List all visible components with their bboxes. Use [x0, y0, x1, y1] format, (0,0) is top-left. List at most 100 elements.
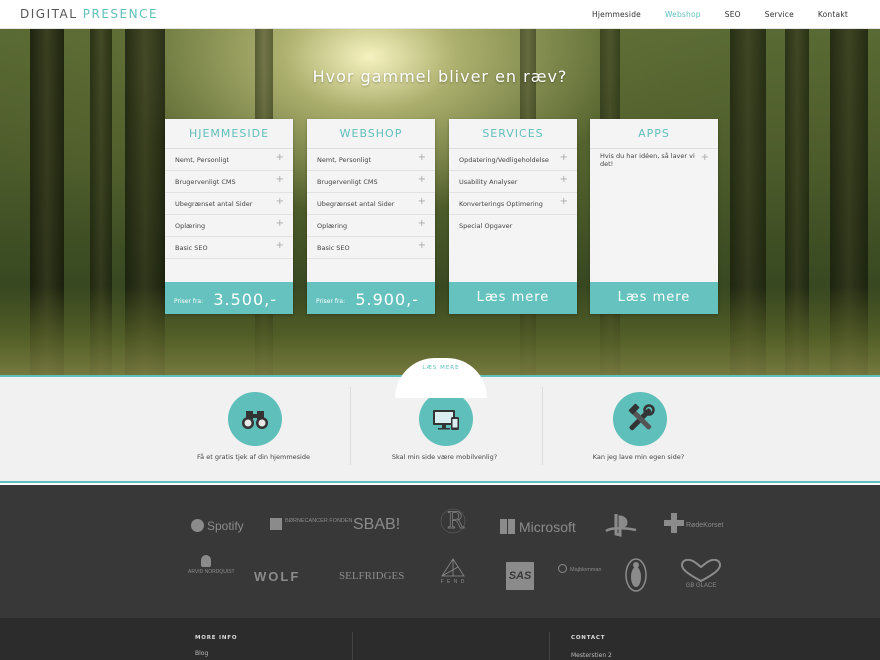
hero-section: Hvor gammel bliver en ræv? HJEMMESIDE Ne… — [0, 29, 880, 376]
price-from-label: Priser fra: — [316, 298, 346, 305]
plus-icon[interactable]: + — [276, 197, 284, 207]
price-footer[interactable]: Priser fra: 3.500,- — [165, 282, 293, 314]
site-header: DIGITAL PRESENCE Hjemmeside Webshop SEO … — [0, 0, 880, 29]
read-more-button[interactable]: Læs mere — [449, 282, 577, 314]
responsive-devices-icon[interactable] — [419, 392, 473, 446]
site-footer: MORE INFO Blog CONTACT Mesterstien 2 — [0, 618, 880, 660]
logo-barncancer: BØRNECANCER FONDEN — [270, 518, 353, 530]
plus-icon[interactable]: + — [418, 241, 426, 251]
site-logo[interactable]: DIGITAL PRESENCE — [20, 7, 158, 21]
list-item[interactable]: Konverterings Optimering + — [449, 193, 577, 215]
logo-fend: F E N D — [440, 557, 466, 585]
triangle-icon — [441, 558, 465, 577]
list-item[interactable]: Opdatering/Vedligeholdelse + — [449, 149, 577, 171]
pricing-card-webshop: WEBSHOP Nemt, Personligt + Brugervenligt … — [307, 119, 435, 314]
logo-monogram: R — [436, 508, 470, 543]
list-item[interactable]: Nemt, Personligt + — [307, 149, 435, 171]
plus-icon[interactable]: + — [418, 153, 426, 163]
plus-icon[interactable]: + — [418, 175, 426, 185]
footer-heading-contact: CONTACT — [571, 635, 606, 641]
cross-icon — [664, 513, 684, 533]
read-more-label: Læs mere — [617, 290, 691, 305]
divider — [352, 632, 353, 660]
price-value: 5.900,- — [355, 290, 419, 309]
pricing-card-services: SERVICES Opdatering/Vedligeholdelse + Usa… — [449, 119, 577, 314]
playstation-icon — [603, 512, 639, 543]
heart-icon — [680, 559, 722, 583]
svg-text:R: R — [447, 509, 465, 534]
plus-icon[interactable]: + — [560, 153, 568, 163]
footer-link-blog[interactable]: Blog — [195, 650, 208, 657]
logo-majblomman: Majblomman — [558, 564, 601, 573]
plus-icon[interactable]: + — [418, 197, 426, 207]
plus-icon[interactable]: + — [276, 241, 284, 251]
hero-title: Hvor gammel bliver en ræv? — [312, 67, 568, 86]
logo-wolf: WOLF — [254, 569, 301, 584]
list-item[interactable]: Basic SEO + — [165, 237, 293, 259]
nav-kontakt[interactable]: Kontakt — [818, 10, 848, 19]
microsoft-icon — [500, 519, 515, 534]
info-label: Kan jeg lave min egen side? — [592, 453, 685, 461]
logo-gb-glace: GB GLACE — [680, 559, 722, 589]
logo-text-presence: PRESENCE — [82, 7, 159, 21]
list-item[interactable]: Basic SEO + — [307, 237, 435, 259]
logo-sbab: SBAB! — [353, 516, 401, 533]
price-footer[interactable]: Priser fra: 5.900,- — [307, 282, 435, 314]
main-nav: Hjemmeside Webshop SEO Service Kontakt — [592, 10, 848, 19]
info-label: Skal min side være mobilvenlig? — [391, 453, 498, 461]
penguin-icon — [624, 557, 648, 598]
logo-text-digital: DIGITAL — [20, 7, 78, 21]
card-title: WEBSHOP — [307, 119, 435, 149]
client-logos: Spotify BØRNECANCER FONDEN SBAB! R Micro… — [0, 485, 880, 618]
read-more-tab[interactable]: LÆS MERE — [395, 358, 487, 398]
pricing-card-hjemmeside: HJEMMESIDE Nemt, Personligt + Brugervenli… — [165, 119, 293, 314]
divider — [549, 632, 550, 660]
logo-selfridges: SELFRIDGES — [339, 570, 405, 582]
barncancer-icon — [270, 518, 282, 530]
logo-sas: SAS — [506, 562, 534, 590]
plus-icon[interactable]: + — [276, 153, 284, 163]
card-title: APPS — [590, 119, 718, 149]
plus-icon[interactable]: + — [276, 175, 284, 185]
pricing-card-apps: APPS Hvis du har idéen, så laver vi det!… — [590, 119, 718, 314]
list-item[interactable]: Nemt, Personligt + — [165, 149, 293, 171]
logo-microsoft: Microsoft — [500, 519, 576, 535]
nav-service[interactable]: Service — [765, 10, 794, 19]
price-from-label: Priser fra: — [174, 298, 204, 305]
list-item[interactable]: Ubegrænset antal Sider + — [307, 193, 435, 215]
list-item[interactable]: Usability Analyser + — [449, 171, 577, 193]
read-more-button[interactable]: Læs mere — [590, 282, 718, 314]
card-title: HJEMMESIDE — [165, 119, 293, 149]
spotify-icon — [191, 519, 204, 532]
plus-icon[interactable]: + — [560, 197, 568, 207]
logo-rodakorset: RødeKorset — [664, 513, 723, 533]
list-item[interactable]: Brugervenligt CMS + — [165, 171, 293, 193]
plus-icon[interactable]: + — [560, 175, 568, 185]
plus-icon[interactable]: + — [418, 219, 426, 229]
crest-icon — [201, 555, 211, 567]
price-value: 3.500,- — [213, 290, 277, 309]
list-item[interactable]: Hvis du har idéen, så laver vi det! + — [590, 149, 718, 171]
plus-icon[interactable]: + — [701, 153, 709, 163]
logo-spotify: Spotify — [191, 519, 244, 533]
list-item[interactable]: Oplæring + — [165, 215, 293, 237]
read-more-tab-label: LÆS MERE — [422, 365, 460, 371]
tools-icon[interactable] — [613, 392, 667, 446]
nav-webshop[interactable]: Webshop — [665, 10, 701, 19]
list-item[interactable]: Oplæring + — [307, 215, 435, 237]
card-title: SERVICES — [449, 119, 577, 149]
logo-arvid-nordquist: ARVID NORDQUIST — [188, 555, 235, 575]
info-item-check[interactable]: Få et gratis tjek af din hjemmeside — [157, 377, 350, 481]
nav-hjemmeside[interactable]: Hjemmeside — [592, 10, 641, 19]
read-more-label: Læs mere — [476, 290, 550, 305]
binoculars-icon[interactable] — [228, 392, 282, 446]
plus-icon[interactable]: + — [276, 219, 284, 229]
list-item[interactable]: Ubegrænset antal Sider + — [165, 193, 293, 215]
flower-icon — [558, 564, 567, 573]
list-item[interactable]: Brugervenligt CMS + — [307, 171, 435, 193]
footer-contact-address: Mesterstien 2 — [571, 652, 612, 659]
list-item[interactable]: Special Opgaver — [449, 215, 577, 237]
info-item-diy[interactable]: Kan jeg lave min egen side? — [542, 377, 735, 481]
footer-heading-more-info: MORE INFO — [195, 635, 238, 641]
nav-seo[interactable]: SEO — [725, 10, 741, 19]
